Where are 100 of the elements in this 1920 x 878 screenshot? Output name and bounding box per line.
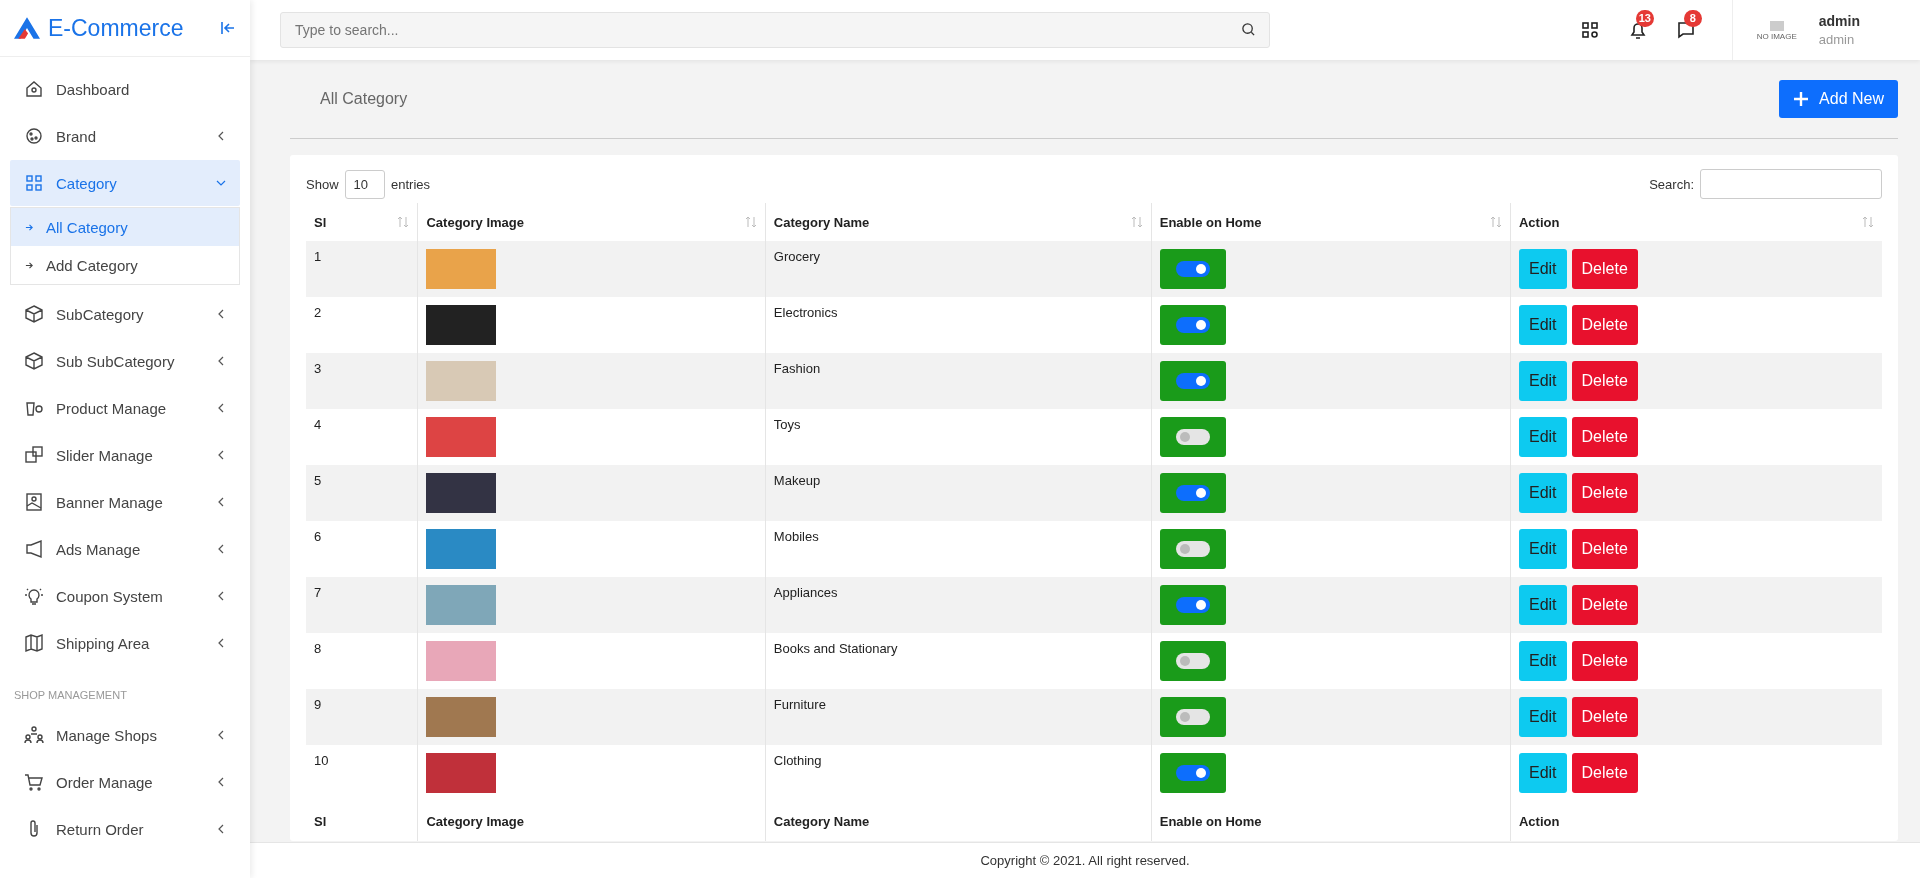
- photo-placeholder: [426, 641, 497, 681]
- nav-section-heading: SHOP MANAGEMENT: [13, 688, 128, 703]
- logo-icon: [14, 17, 40, 39]
- edit-button[interactable]: Edit: [1518, 641, 1567, 681]
- sidebar-item-label: Shipping Area: [56, 634, 151, 652]
- toggle-switch[interactable]: [1159, 529, 1226, 569]
- collapse-sidebar-icon[interactable]: [220, 20, 236, 36]
- column-footer: Enable on Home: [1151, 801, 1511, 841]
- cart-icon: [24, 772, 44, 792]
- edit-button[interactable]: Edit: [1518, 697, 1567, 737]
- sidebar-item[interactable]: Slider Manage: [10, 432, 240, 478]
- sidebar-item-label: Order Manage: [56, 773, 154, 791]
- edit-button[interactable]: Edit: [1518, 585, 1567, 625]
- people-icon: [24, 725, 44, 745]
- photo-placeholder: [426, 473, 497, 513]
- table-search-field[interactable]: [1700, 169, 1882, 199]
- edit-button[interactable]: Edit: [1518, 249, 1567, 289]
- delete-button[interactable]: Delete: [1571, 361, 1638, 401]
- edit-button[interactable]: Edit: [1518, 529, 1567, 569]
- sidebar-item[interactable]: Brand: [10, 113, 240, 159]
- sidebar-item[interactable]: Manage Shops: [10, 712, 240, 758]
- sidebar-item-label: Return Order: [56, 820, 145, 838]
- submenu-item[interactable]: All Category: [11, 208, 239, 246]
- edit-button[interactable]: Edit: [1518, 473, 1567, 513]
- edit-button[interactable]: Edit: [1518, 417, 1567, 457]
- photo-placeholder: [426, 417, 497, 457]
- avatar-placeholder[interactable]: NO IMAGE: [1756, 19, 1797, 41]
- image-icon: [24, 492, 44, 512]
- box-icon: [24, 304, 44, 324]
- edit-button[interactable]: Edit: [1518, 753, 1567, 793]
- table-cell: 2: [306, 297, 418, 353]
- chevron-icon: [216, 403, 226, 413]
- toggle-switch[interactable]: [1159, 417, 1226, 457]
- sidebar-item[interactable]: Dashboard: [10, 66, 240, 112]
- search-icon[interactable]: [1241, 22, 1256, 37]
- toggle-switch[interactable]: [1159, 585, 1226, 625]
- toggle-switch[interactable]: [1159, 249, 1226, 289]
- entries-select[interactable]: 10: [344, 169, 385, 199]
- photo-placeholder: [426, 249, 497, 289]
- table-cell: Fashion: [765, 353, 1152, 409]
- grid-icon: [24, 173, 44, 193]
- delete-button[interactable]: Delete: [1571, 305, 1638, 345]
- column-footer: Action: [1510, 801, 1882, 841]
- page-title: All Category: [320, 90, 408, 108]
- submenu-item-label: Add Category: [46, 256, 138, 274]
- sidebar-item[interactable]: Banner Manage: [10, 479, 240, 525]
- toggle-switch[interactable]: [1159, 473, 1226, 513]
- table-cell: 5: [306, 465, 418, 521]
- table-cell: 4: [306, 409, 418, 465]
- delete-button[interactable]: Delete: [1571, 585, 1638, 625]
- column-header[interactable]: Sl: [306, 203, 418, 241]
- notification-badge: 13: [1635, 10, 1654, 27]
- delete-button[interactable]: Delete: [1571, 473, 1638, 513]
- toggle-switch[interactable]: [1159, 697, 1226, 737]
- delete-button[interactable]: Delete: [1571, 417, 1638, 457]
- table-cell: Furniture: [765, 689, 1152, 745]
- table-cell: 3: [306, 353, 418, 409]
- delete-button[interactable]: Delete: [1571, 697, 1638, 737]
- cookie-icon: [24, 126, 44, 146]
- sidebar-item[interactable]: Shipping Area: [10, 620, 240, 666]
- edit-button[interactable]: Edit: [1518, 361, 1567, 401]
- show-label: Show: [306, 176, 339, 192]
- chevron-icon: [216, 544, 226, 554]
- edit-button[interactable]: Edit: [1518, 305, 1567, 345]
- delete-button[interactable]: Delete: [1571, 529, 1638, 569]
- sidebar-item[interactable]: SubCategory: [10, 291, 240, 337]
- box-icon: [24, 351, 44, 371]
- user-name: admin: [1818, 13, 1860, 29]
- delete-button[interactable]: Delete: [1571, 753, 1638, 793]
- chevron-icon: [216, 309, 226, 319]
- delete-button[interactable]: Delete: [1571, 641, 1638, 681]
- sidebar-item[interactable]: Product Manage: [10, 385, 240, 431]
- search-field[interactable]: Type to search...: [280, 12, 1270, 48]
- chat-icon[interactable]: [1675, 20, 1696, 40]
- chevron-icon: [216, 824, 226, 834]
- sidebar-item[interactable]: Coupon System: [10, 573, 240, 619]
- sidebar-item[interactable]: Return Order: [10, 806, 240, 852]
- sidebar-item-label: Product Manage: [56, 399, 168, 417]
- toggle-switch[interactable]: [1159, 641, 1226, 681]
- chevron-icon: [216, 131, 226, 141]
- submenu-item-label: All Category: [46, 218, 128, 236]
- search-label: Search:: [1649, 176, 1694, 192]
- toggle-switch[interactable]: [1159, 305, 1226, 345]
- photo-placeholder: [426, 585, 497, 625]
- delete-button[interactable]: Delete: [1571, 249, 1638, 289]
- apps-grid-icon[interactable]: [1579, 20, 1600, 40]
- brand-name: E-Commerce: [48, 14, 185, 42]
- table-cell: Makeup: [765, 465, 1152, 521]
- sidebar-item[interactable]: Ads Manage: [10, 526, 240, 572]
- chevron-icon: [216, 450, 226, 460]
- sidebar-item[interactable]: Order Manage: [10, 759, 240, 805]
- chevron-icon: [216, 178, 226, 188]
- toggle-switch[interactable]: [1159, 753, 1226, 793]
- chevron-icon: [216, 730, 226, 740]
- toggle-switch[interactable]: [1159, 361, 1226, 401]
- sidebar-item[interactable]: Sub SubCategory: [10, 338, 240, 384]
- add-new-button[interactable]: Add New: [1779, 80, 1898, 118]
- submenu-item[interactable]: Add Category: [11, 246, 239, 284]
- sidebar-item[interactable]: Category: [10, 160, 240, 206]
- chevron-icon: [216, 777, 226, 787]
